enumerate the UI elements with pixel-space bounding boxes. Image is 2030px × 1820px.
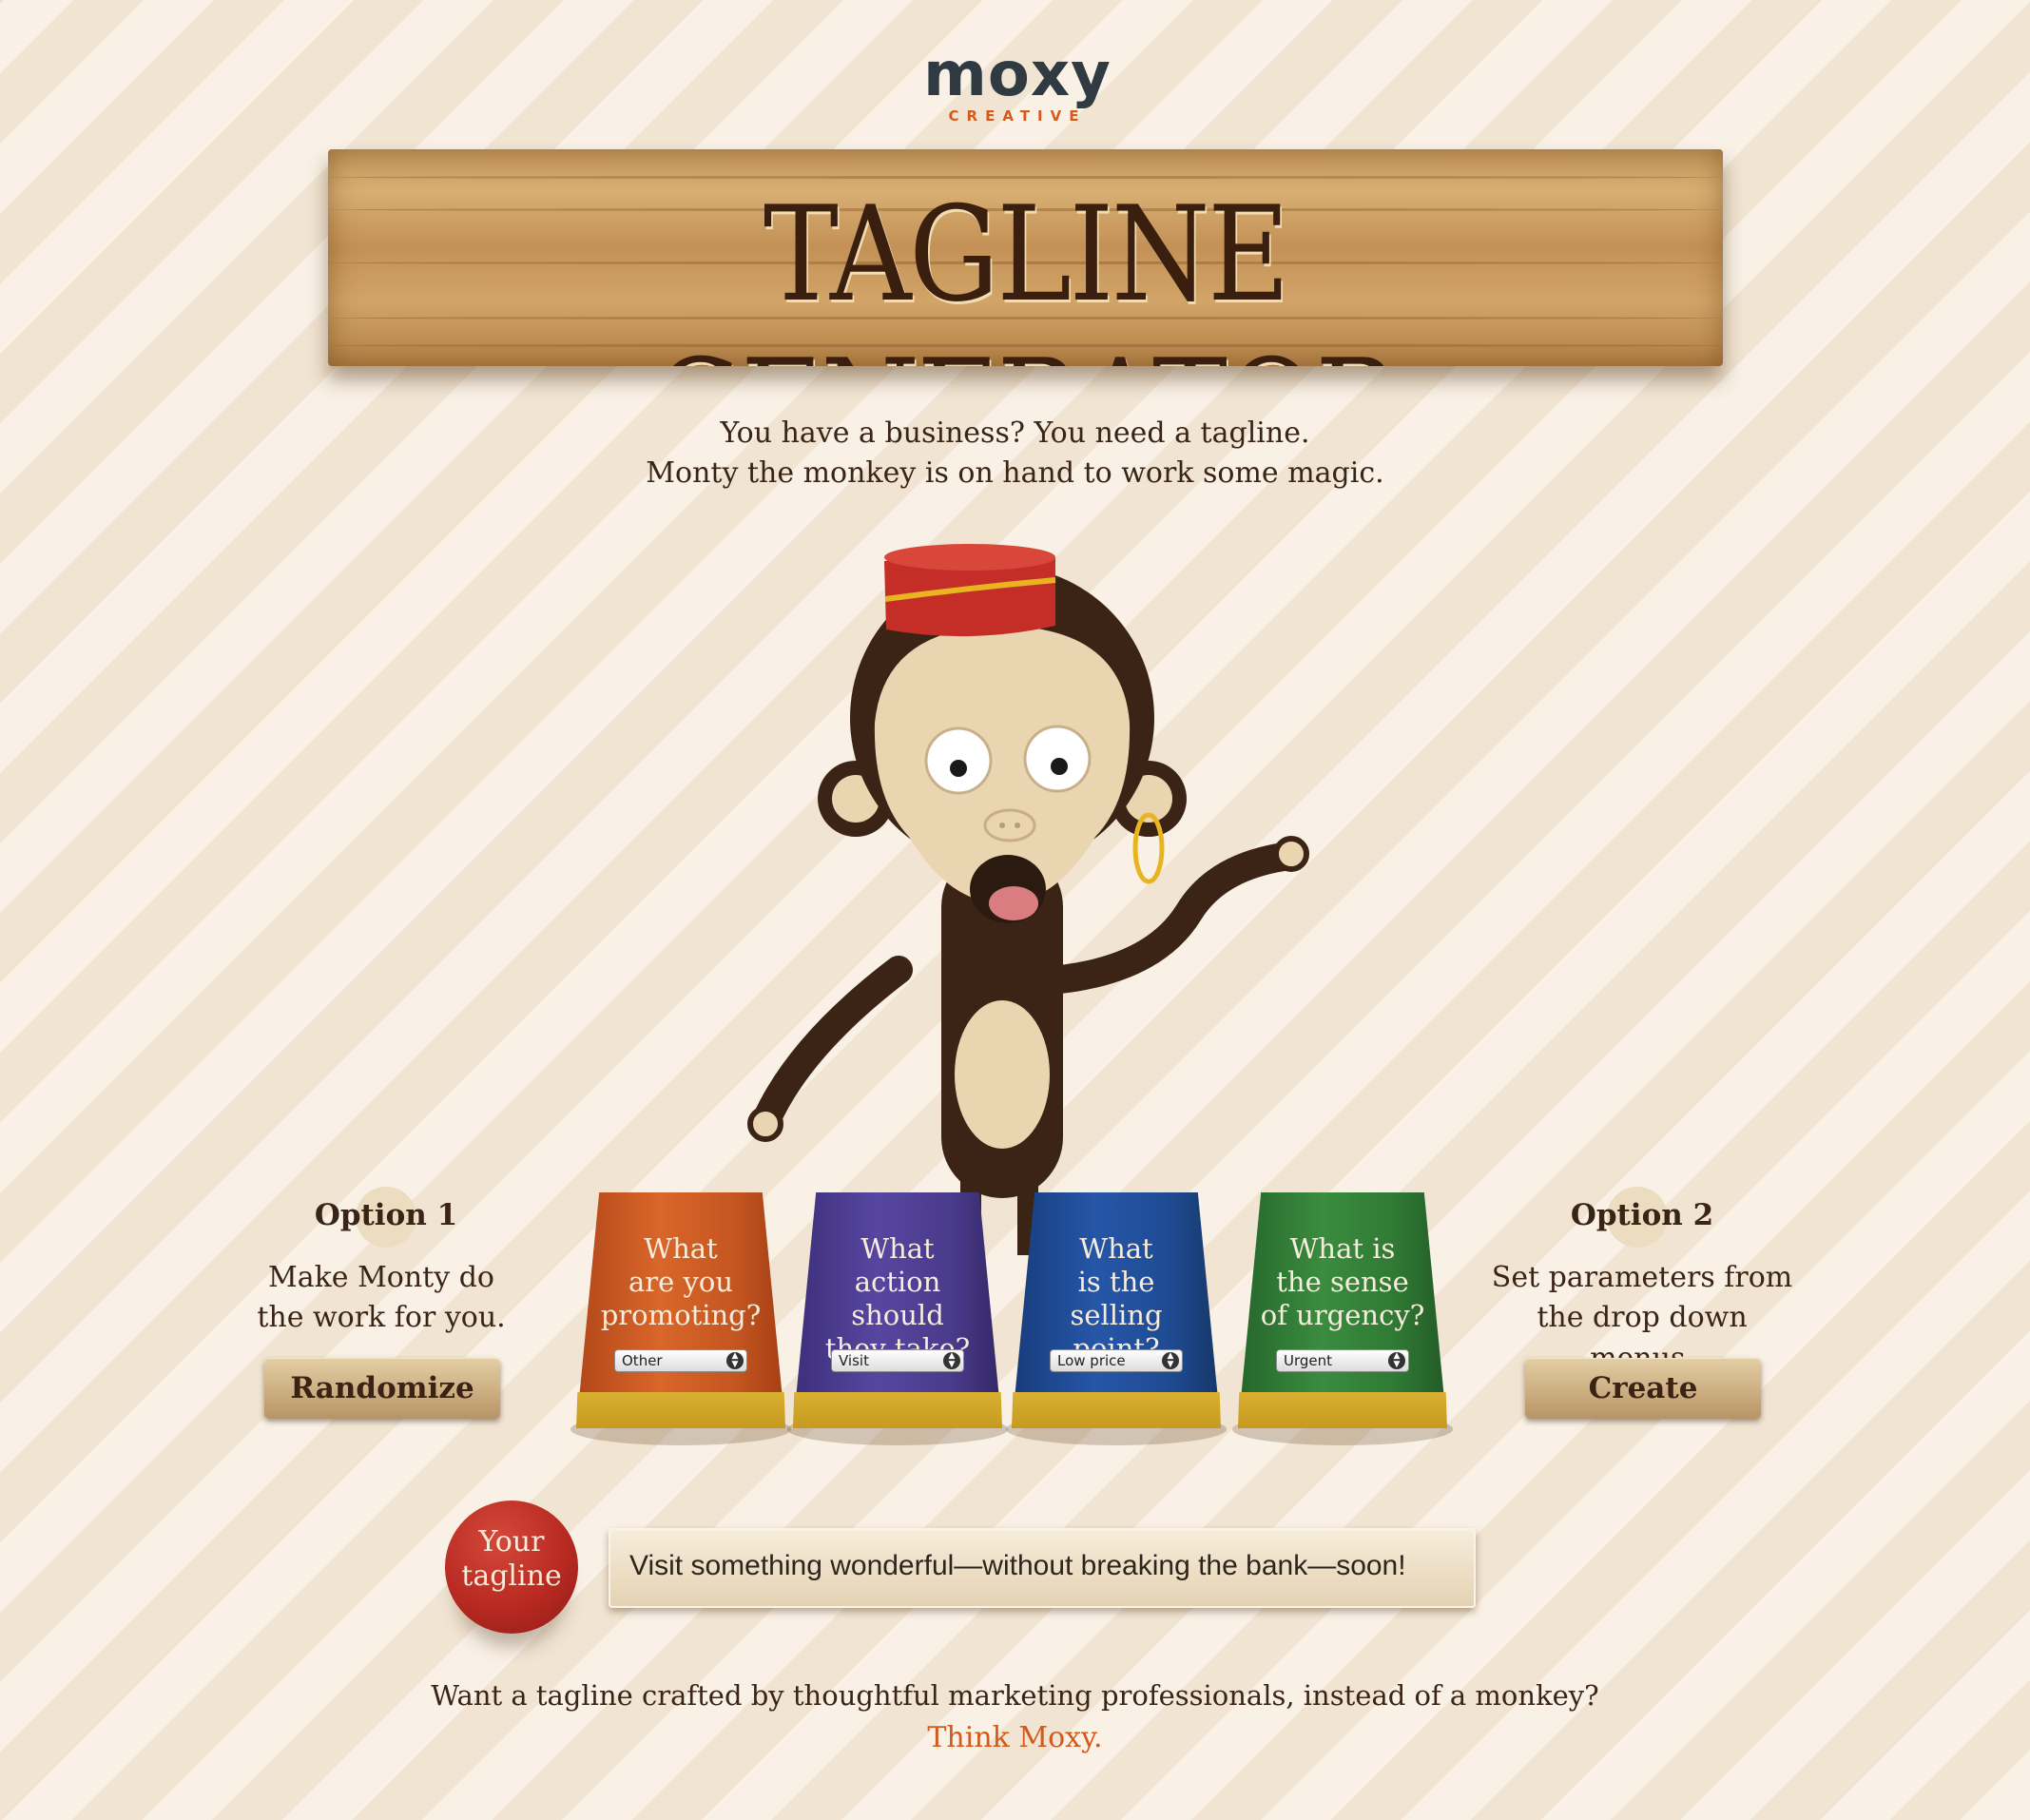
cup-selling-point: What is the selling point? Low price ▲ ▼	[1006, 1192, 1227, 1449]
promoting-select[interactable]: Other ▲ ▼	[614, 1349, 747, 1372]
think-moxy-link[interactable]: Think Moxy	[927, 1721, 1093, 1754]
action-select[interactable]: Visit ▲ ▼	[831, 1349, 964, 1372]
cup-question: What is the selling point?	[1070, 1232, 1163, 1365]
cup-question: What is the sense of urgency?	[1260, 1232, 1425, 1331]
option-2-title: Option 2	[1570, 1198, 1714, 1232]
cup-question: What are you promoting?	[600, 1232, 762, 1331]
footer-cta: Think Moxy.	[0, 1721, 2030, 1754]
urgency-select[interactable]: Urgent ▲ ▼	[1276, 1349, 1409, 1372]
select-arrows-icon: ▲ ▼	[726, 1352, 744, 1369]
selling-point-select[interactable]: Low price ▲ ▼	[1050, 1349, 1183, 1372]
create-button[interactable]: Create	[1525, 1358, 1761, 1419]
cup-urgency: What is the sense of urgency? Urgent ▲ ▼	[1232, 1192, 1453, 1449]
monkey-left-hand	[747, 1106, 783, 1142]
moxy-logo[interactable]: moxy CREATIVE	[908, 40, 1127, 125]
option-1-text-line-2: the work for you.	[257, 1301, 506, 1334]
select-arrows-icon: ▲ ▼	[943, 1352, 960, 1369]
page-title: TAGLINE GENERATOR	[653, 178, 1401, 366]
intro-line-1: You have a business? You need a tagline.	[720, 416, 1310, 450]
footer-text: Want a tagline crafted by thoughtful mar…	[431, 1679, 1599, 1712]
monkey-illustration	[747, 544, 1309, 1255]
cup-action: What action should they take? Visit ▲ ▼	[787, 1192, 1008, 1449]
select-arrows-icon: ▲ ▼	[1388, 1352, 1405, 1369]
tagline-result-text: Visit something wonderful—without breaki…	[629, 1550, 1406, 1581]
monkey-right-hand	[1273, 836, 1309, 872]
monkey-left-arm	[751, 956, 913, 1136]
logo-wordmark: moxy	[923, 40, 1112, 110]
title-sign: TAGLINE GENERATOR	[328, 149, 1723, 366]
footer-period: .	[1093, 1721, 1103, 1754]
randomize-button[interactable]: Randomize	[264, 1358, 500, 1419]
your-tagline-label: Your tagline	[461, 1525, 562, 1593]
option-1-text-line-1: Make Monty do	[268, 1261, 494, 1294]
option-2-text-line-1: Set parameters from	[1491, 1261, 1793, 1294]
intro-line-2: Monty the monkey is on hand to work some…	[646, 456, 1384, 490]
select-arrows-icon: ▲ ▼	[1162, 1352, 1179, 1369]
logo-subtitle: CREATIVE	[948, 107, 1087, 125]
monkey-belly	[955, 1000, 1050, 1149]
cup-promoting: What are you promoting? Other ▲ ▼	[570, 1192, 791, 1449]
cup-question: What action should they take?	[824, 1232, 971, 1365]
option-1-title: Option 1	[314, 1198, 458, 1232]
